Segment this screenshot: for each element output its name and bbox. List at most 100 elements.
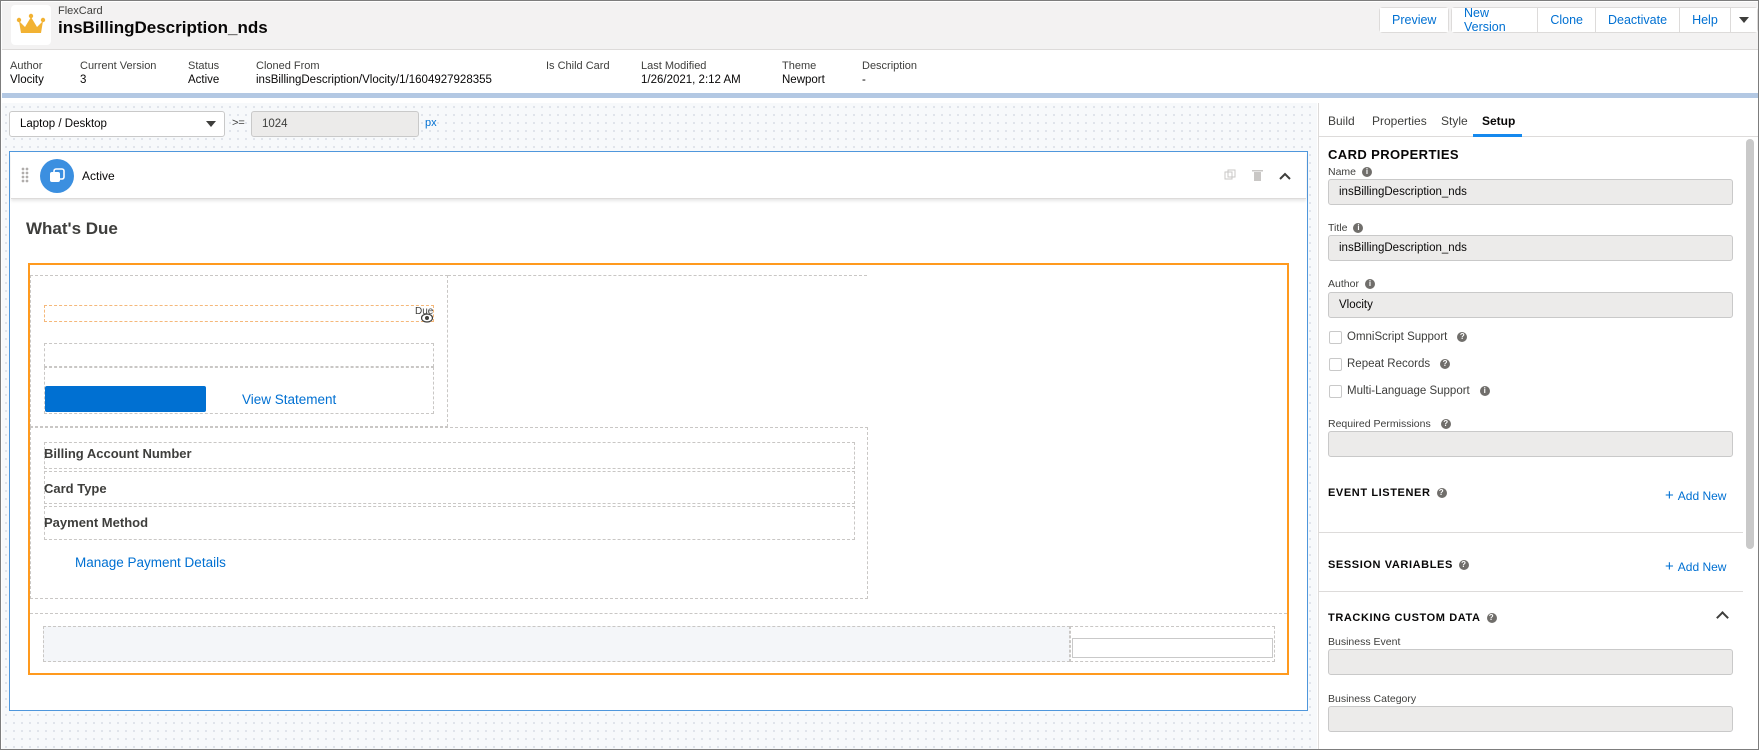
meta-label: Last Modified xyxy=(641,60,707,72)
device-select[interactable]: Laptop / Desktop xyxy=(9,111,225,137)
more-actions-button[interactable] xyxy=(1730,8,1757,32)
help-button[interactable]: Help xyxy=(1680,8,1731,32)
meta-description: Description - xyxy=(862,60,917,87)
plus-icon: + xyxy=(1665,487,1674,504)
clone-button[interactable]: Clone xyxy=(1538,8,1596,32)
meta-label: Theme xyxy=(782,60,817,72)
amount-field[interactable] xyxy=(44,343,434,367)
highlights-panel: Author Vlocity Current Version 3 Status … xyxy=(2,50,1758,98)
footer-input[interactable] xyxy=(1072,638,1273,658)
drag-handle-icon[interactable] xyxy=(21,167,29,183)
plus-icon: + xyxy=(1665,558,1674,575)
required-permissions-text: Required Permissions xyxy=(1328,418,1431,430)
app-window: FlexCard insBillingDescription_nds Previ… xyxy=(0,0,1759,750)
name-input[interactable]: insBillingDescription_nds xyxy=(1328,179,1733,205)
meta-label: Cloned From xyxy=(256,60,320,72)
panel-scrollbar[interactable] xyxy=(1746,139,1754,549)
title-label: Title i xyxy=(1328,222,1364,234)
viewport-operator: >= xyxy=(232,117,245,129)
meta-cloned-from: Cloned From insBillingDescription/Vlocit… xyxy=(256,60,492,87)
new-version-button[interactable]: New Version xyxy=(1452,6,1539,34)
field-row[interactable] xyxy=(44,471,855,504)
pay-button[interactable] xyxy=(45,386,206,412)
business-category-input[interactable] xyxy=(1328,706,1733,732)
tab-setup[interactable]: Setup xyxy=(1482,114,1515,128)
collapse-icon[interactable] xyxy=(1279,169,1291,183)
meta-label: Description xyxy=(862,60,918,72)
footer-field[interactable] xyxy=(43,626,1070,662)
action-button-group: New Version Clone Deactivate Help xyxy=(1451,6,1758,34)
manage-payment-link[interactable]: Manage Payment Details xyxy=(75,555,226,570)
omniscript-label: OmniScript Support? xyxy=(1347,331,1468,343)
state-bar xyxy=(11,153,1306,199)
add-session-variable-button[interactable]: + Add New xyxy=(1665,558,1726,575)
crown-icon xyxy=(11,5,51,45)
payment-method-label: Payment Method xyxy=(44,515,149,530)
repeat-records-checkbox[interactable] xyxy=(1329,358,1342,371)
tracking-text: TRACKING CUSTOM DATA xyxy=(1328,612,1481,624)
chevron-down-icon xyxy=(1738,17,1749,23)
help-icon: ? xyxy=(1486,613,1497,624)
meta-value: Active xyxy=(188,74,220,86)
author-input[interactable]: Vlocity xyxy=(1328,292,1733,318)
session-variables-title: SESSION VARIABLES? xyxy=(1328,559,1469,571)
preview-button[interactable]: Preview xyxy=(1380,8,1449,32)
tab-style[interactable]: Style xyxy=(1441,114,1468,128)
author-label-text: Author xyxy=(1328,278,1359,290)
card-type-label: Card Type xyxy=(44,481,107,496)
due-field[interactable] xyxy=(44,305,434,322)
meta-last-modified: Last Modified 1/26/2021, 2:12 AM xyxy=(641,60,741,87)
meta-value: Vlocity xyxy=(10,74,44,86)
view-statement-link[interactable]: View Statement xyxy=(242,392,336,407)
tab-properties[interactable]: Properties xyxy=(1372,114,1427,128)
state-icon xyxy=(40,159,74,193)
info-icon: i xyxy=(1362,167,1373,178)
deactivate-button[interactable]: Deactivate xyxy=(1596,8,1681,32)
delete-icon[interactable] xyxy=(1252,169,1263,184)
meta-author: Author Vlocity xyxy=(10,60,44,87)
event-listener-title: EVENT LISTENER? xyxy=(1328,487,1447,499)
card-heading: What's Due xyxy=(26,219,118,238)
required-permissions-input[interactable] xyxy=(1328,431,1733,457)
viewport-unit: px xyxy=(425,117,437,129)
duplicate-icon[interactable] xyxy=(1224,169,1236,184)
tab-build[interactable]: Build xyxy=(1328,114,1355,128)
add-new-text: Add New xyxy=(1677,560,1727,574)
page-title: insBillingDescription_nds xyxy=(58,18,268,37)
eye-icon[interactable] xyxy=(420,311,434,326)
help-icon: ? xyxy=(1440,358,1451,369)
add-event-listener-button[interactable]: + Add New xyxy=(1665,487,1726,504)
meta-version: Current Version 3 xyxy=(80,60,156,87)
omniscript-label-text: OmniScript Support xyxy=(1347,331,1448,343)
meta-value: 3 xyxy=(80,74,87,86)
multilang-label-text: Multi-Language Support xyxy=(1347,385,1470,397)
field-row[interactable] xyxy=(44,506,855,540)
omniscript-checkbox[interactable] xyxy=(1329,331,1342,344)
help-icon: ? xyxy=(1440,419,1451,430)
meta-value: 1/26/2021, 2:12 AM xyxy=(641,74,741,86)
block-divider xyxy=(448,275,867,276)
help-icon: ? xyxy=(1458,560,1469,571)
card-properties-title: CARD PROPERTIES xyxy=(1328,147,1459,162)
preview-group: Preview xyxy=(1379,7,1450,33)
name-label-text: Name xyxy=(1328,166,1357,178)
divider xyxy=(1318,591,1743,592)
meta-label: Status xyxy=(188,60,220,72)
author-label: Author i xyxy=(1328,278,1375,290)
title-input[interactable]: insBillingDescription_nds xyxy=(1328,235,1733,261)
business-event-input[interactable] xyxy=(1328,649,1733,675)
help-icon: ? xyxy=(1457,331,1468,342)
repeat-records-label: Repeat Records? xyxy=(1347,358,1451,370)
block-divider xyxy=(30,613,1287,614)
meta-label: Is Child Card xyxy=(546,60,610,72)
info-icon: i xyxy=(1353,223,1364,234)
viewport-width-input[interactable]: 1024 xyxy=(251,111,419,137)
multilang-checkbox[interactable] xyxy=(1329,385,1342,398)
info-icon: i xyxy=(1479,385,1490,396)
meta-value: - xyxy=(862,74,866,86)
repeat-records-label-text: Repeat Records xyxy=(1347,358,1431,370)
event-listener-text: EVENT LISTENER xyxy=(1328,487,1431,499)
meta-status: Status Active xyxy=(188,60,219,87)
multilang-label: Multi-Language Support i xyxy=(1347,385,1490,397)
help-icon: ? xyxy=(1436,488,1447,499)
